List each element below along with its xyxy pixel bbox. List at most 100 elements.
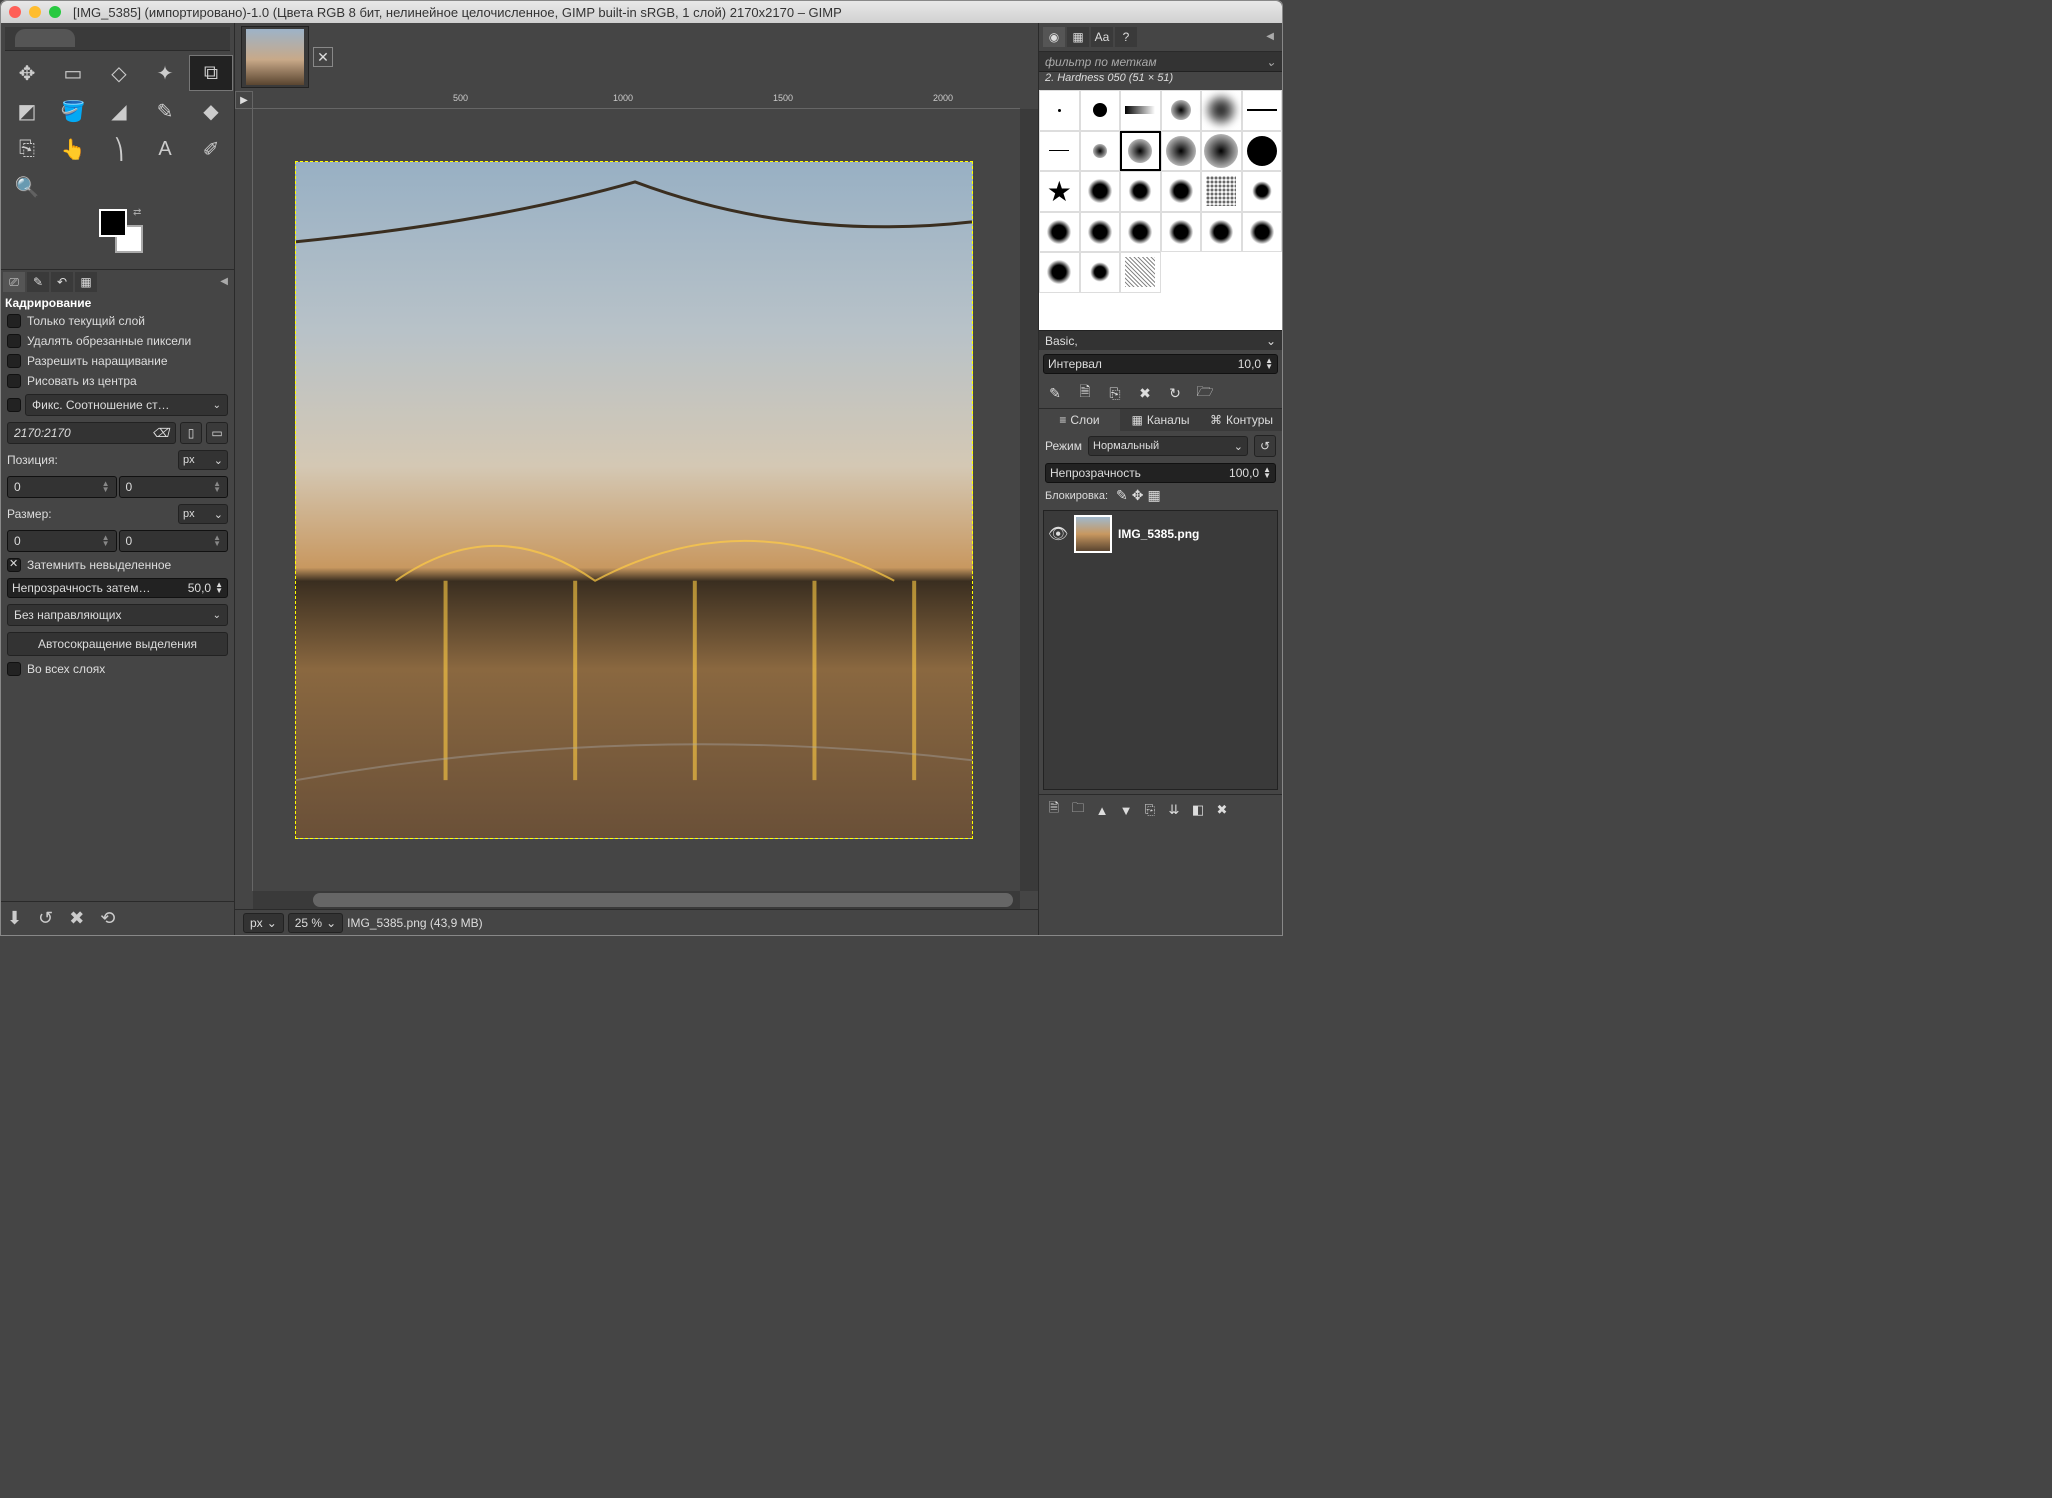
window-minimize[interactable] xyxy=(29,6,41,18)
swap-colors-icon[interactable]: ⇄ xyxy=(133,207,141,218)
landscape-icon[interactable]: ▭ xyxy=(206,422,228,444)
brush-item[interactable] xyxy=(1201,212,1242,253)
position-unit-select[interactable]: px⌄ xyxy=(178,450,228,470)
path-tool[interactable]: ⎞ xyxy=(97,131,141,167)
size-w-input[interactable]: 0▲▼ xyxy=(7,530,117,552)
size-unit-select[interactable]: px⌄ xyxy=(178,504,228,524)
gradient-tool[interactable]: ◢ xyxy=(97,93,141,129)
brushes-tab[interactable]: ◉ xyxy=(1043,27,1065,47)
mask-layer-icon[interactable]: ◧ xyxy=(1187,799,1209,821)
horizontal-scrollbar[interactable] xyxy=(253,891,1020,909)
duplicate-layer-icon[interactable]: ⎘ xyxy=(1139,799,1161,821)
brush-preset-select[interactable]: Basic,⌄ xyxy=(1039,330,1282,350)
titlebar[interactable]: [IMG_5385] (импортировано)-1.0 (Цвета RG… xyxy=(1,1,1282,23)
brush-item[interactable] xyxy=(1242,212,1283,253)
layer-name-label[interactable]: IMG_5385.png xyxy=(1118,527,1199,541)
merge-layer-icon[interactable]: ⇊ xyxy=(1163,799,1185,821)
brush-spacing-slider[interactable]: Интервал 10,0 ▲▼ xyxy=(1043,354,1278,374)
brush-item[interactable] xyxy=(1039,252,1080,293)
fg-color-swatch[interactable] xyxy=(99,209,127,237)
refresh-brush-icon[interactable]: ↻ xyxy=(1163,382,1187,404)
highlight-opacity-slider[interactable]: Непрозрачность затем… 50,0 ▲▼ xyxy=(7,578,228,598)
fuzzy-select-tool[interactable]: ✦ xyxy=(143,55,187,91)
brush-item[interactable] xyxy=(1080,212,1121,253)
brush-item[interactable] xyxy=(1201,171,1242,212)
brush-item[interactable] xyxy=(1161,131,1202,172)
color-picker-tool[interactable]: ✐ xyxy=(189,131,233,167)
new-group-icon[interactable]: 🗀 xyxy=(1067,799,1089,821)
layer-row[interactable]: 👁 IMG_5385.png xyxy=(1044,511,1277,557)
brush-item[interactable] xyxy=(1120,212,1161,253)
text-tool[interactable]: A xyxy=(143,131,187,167)
brush-item[interactable] xyxy=(1161,90,1202,131)
new-layer-icon[interactable]: 🗎 xyxy=(1043,799,1065,821)
brush-item[interactable] xyxy=(1120,131,1161,172)
allow-growing-checkbox[interactable]: Разрешить наращивание xyxy=(7,354,228,368)
reset-options-icon[interactable]: ⟲ xyxy=(100,908,115,929)
brush-filter-input[interactable]: фильтр по меткам⌄ xyxy=(1039,52,1282,72)
brush-item[interactable] xyxy=(1039,131,1080,172)
zoom-select[interactable]: 25 %⌄ xyxy=(288,913,343,933)
autoshrink-button[interactable]: Автосокращение выделения xyxy=(7,632,228,656)
lock-alpha-icon[interactable]: ▦ xyxy=(1148,487,1161,504)
tool-options-tab[interactable]: ⎚ xyxy=(3,272,25,292)
mode-switch-icon[interactable]: ↺ xyxy=(1254,435,1276,457)
images-tab[interactable]: ▦ xyxy=(75,272,97,292)
lock-position-icon[interactable]: ✥ xyxy=(1132,487,1144,504)
brush-grid[interactable] xyxy=(1039,90,1282,330)
zoom-tool[interactable]: 🔍 xyxy=(5,169,49,205)
brush-item[interactable] xyxy=(1201,131,1242,172)
crop-tool[interactable]: ⧉ xyxy=(189,55,233,91)
draw-from-center-checkbox[interactable]: Рисовать из центра xyxy=(7,374,228,388)
transform-tool[interactable]: ◩ xyxy=(5,93,49,129)
layer-thumbnail[interactable] xyxy=(1074,515,1112,553)
window-maximize[interactable] xyxy=(49,6,61,18)
brush-item[interactable] xyxy=(1080,171,1121,212)
brush-item[interactable] xyxy=(1120,171,1161,212)
layer-visibility-icon[interactable]: 👁 xyxy=(1048,524,1068,544)
delete-cropped-checkbox[interactable]: Удалять обрезанные пиксели xyxy=(7,334,228,348)
dock-menu-icon[interactable]: ◀ xyxy=(216,272,232,292)
delete-layer-icon[interactable]: ✖ xyxy=(1211,799,1233,821)
brush-item[interactable] xyxy=(1242,171,1283,212)
vertical-ruler[interactable] xyxy=(235,109,253,891)
brush-item[interactable] xyxy=(1039,212,1080,253)
fixed-checkbox[interactable] xyxy=(7,398,21,412)
brush-item[interactable] xyxy=(1080,252,1121,293)
open-brush-icon[interactable]: 🗁 xyxy=(1193,382,1217,404)
ruler-origin[interactable]: ▶ xyxy=(235,91,253,109)
layer-opacity-slider[interactable]: Непрозрачность 100,0 ▲▼ xyxy=(1045,463,1276,483)
smudge-tool[interactable]: 👆 xyxy=(51,131,95,167)
move-tool[interactable]: ✥ xyxy=(5,55,49,91)
guides-select[interactable]: Без направляющих⌄ xyxy=(7,604,228,626)
layer-list[interactable]: 👁 IMG_5385.png xyxy=(1043,510,1278,790)
rect-select-tool[interactable]: ▭ xyxy=(51,55,95,91)
restore-options-icon[interactable]: ↺ xyxy=(38,908,53,929)
blend-mode-select[interactable]: Нормальный⌄ xyxy=(1088,436,1248,456)
lock-pixels-icon[interactable]: ✎ xyxy=(1116,487,1128,504)
darken-unselected-checkbox[interactable]: Затемнить невыделенное xyxy=(7,558,228,572)
eraser-tool[interactable]: ◆ xyxy=(189,93,233,129)
status-unit-select[interactable]: px⌄ xyxy=(243,913,284,933)
size-h-input[interactable]: 0▲▼ xyxy=(119,530,229,552)
close-image-tab[interactable]: ✕ xyxy=(313,47,333,67)
brush-item[interactable] xyxy=(1120,252,1161,293)
patterns-tab[interactable]: ▦ xyxy=(1067,27,1089,47)
brushes-dock-menu[interactable]: ◀ xyxy=(1262,27,1278,47)
brush-item[interactable] xyxy=(1080,131,1121,172)
brush-item[interactable] xyxy=(1039,90,1080,131)
fonts-tab[interactable]: Aa xyxy=(1091,27,1113,47)
brush-item[interactable] xyxy=(1161,212,1202,253)
brush-item[interactable] xyxy=(1161,171,1202,212)
canvas-image[interactable] xyxy=(295,161,973,839)
brush-item[interactable] xyxy=(1201,90,1242,131)
color-swatches[interactable]: ⇄ xyxy=(5,205,230,265)
brush-item[interactable] xyxy=(1242,90,1283,131)
pencil-tool[interactable]: ✎ xyxy=(143,93,187,129)
free-select-tool[interactable]: ◇ xyxy=(97,55,141,91)
tab-channels[interactable]: ▦ Каналы xyxy=(1120,409,1201,431)
tab-paths[interactable]: ⌘ Контуры xyxy=(1201,409,1282,431)
shrink-all-layers-checkbox[interactable]: Во всех слоях xyxy=(7,662,228,676)
position-y-input[interactable]: 0▲▼ xyxy=(119,476,229,498)
edit-brush-icon[interactable]: ✎ xyxy=(1043,382,1067,404)
